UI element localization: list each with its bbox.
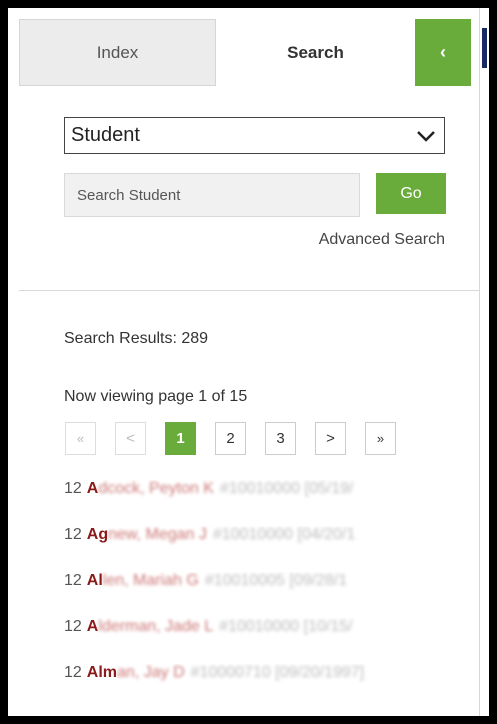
student-name-visible: A bbox=[86, 480, 99, 497]
chevron-down-icon bbox=[417, 131, 435, 142]
tab-search[interactable]: Search bbox=[216, 19, 415, 86]
student-grade: 12 bbox=[64, 618, 82, 635]
search-input[interactable] bbox=[64, 173, 360, 217]
search-category-value: Student bbox=[71, 124, 140, 146]
list-item[interactable]: 12 Al len, Mariah G #10010005 [09/28/1 bbox=[64, 572, 484, 618]
search-category-select[interactable]: Student bbox=[64, 117, 445, 154]
prev-page-button[interactable]: < bbox=[115, 422, 146, 455]
student-name-blurred: new, Megan J bbox=[108, 526, 207, 543]
go-button[interactable]: Go bbox=[376, 173, 446, 214]
results-count: Search Results: 289 bbox=[64, 330, 209, 347]
student-grade: 12 bbox=[64, 572, 82, 589]
student-details: #10010000 [10/15/ bbox=[219, 618, 353, 635]
student-details: #10000710 [09/20/1997] bbox=[190, 664, 365, 681]
student-name-visible: Alm bbox=[86, 664, 118, 681]
student-name-visible: A bbox=[86, 618, 99, 635]
student-grade: 12 bbox=[64, 526, 82, 543]
student-name-blurred: dcock, Peyton K bbox=[98, 480, 214, 497]
student-grade: 12 bbox=[64, 664, 82, 681]
collapse-panel-button[interactable]: ‹ bbox=[415, 19, 471, 86]
pagination: « < 1 2 3 > » bbox=[65, 422, 415, 455]
student-details: #10010005 [09/28/1 bbox=[204, 572, 348, 589]
student-details: #10010000 [04/20/1 bbox=[212, 526, 356, 543]
list-item[interactable]: 12 A lderman, Jade L #10010000 [10/15/ bbox=[64, 618, 484, 664]
tab-bar: Index Search ‹ bbox=[19, 19, 489, 86]
page-info: Now viewing page 1 of 15 bbox=[64, 388, 248, 405]
page-button-2[interactable]: 2 bbox=[215, 422, 246, 455]
tab-index[interactable]: Index bbox=[19, 19, 216, 86]
advanced-search-link[interactable]: Advanced Search bbox=[319, 231, 445, 249]
list-item[interactable]: 12 A dcock, Peyton K #10010000 [05/19/ bbox=[64, 480, 484, 526]
page-button-1[interactable]: 1 bbox=[165, 422, 196, 455]
student-name-visible: Ag bbox=[86, 526, 109, 543]
results-list: 12 A dcock, Peyton K #10010000 [05/19/ 1… bbox=[64, 480, 484, 710]
first-page-button[interactable]: « bbox=[65, 422, 96, 455]
student-name-blurred: lderman, Jade L bbox=[98, 618, 214, 635]
list-item[interactable]: 12 Ag new, Megan J #10010000 [04/20/1 bbox=[64, 526, 484, 572]
student-name-visible: Al bbox=[86, 572, 103, 589]
divider bbox=[19, 290, 479, 291]
student-name-blurred: an, Jay D bbox=[117, 664, 185, 681]
page-button-3[interactable]: 3 bbox=[265, 422, 296, 455]
student-grade: 12 bbox=[64, 480, 82, 497]
list-item[interactable]: 12 Alm an, Jay D #10000710 [09/20/1997] bbox=[64, 664, 484, 710]
next-page-button[interactable]: > bbox=[315, 422, 346, 455]
student-details: #10010000 [05/19/ bbox=[219, 480, 354, 497]
chevron-left-icon: ‹ bbox=[440, 42, 446, 62]
last-page-button[interactable]: » bbox=[365, 422, 396, 455]
student-name-blurred: len, Mariah G bbox=[102, 572, 199, 589]
